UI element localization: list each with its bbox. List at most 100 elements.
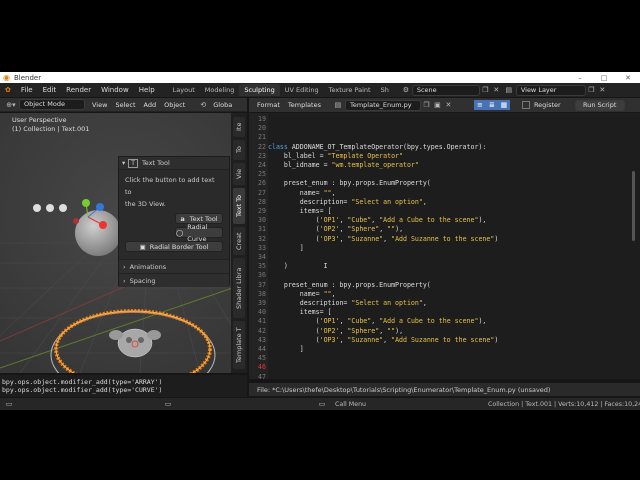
panel-title: Text Tool xyxy=(141,159,170,167)
close-icon[interactable]: ✕ xyxy=(443,100,454,110)
menu-edit[interactable]: Edit xyxy=(38,86,62,94)
menu-view[interactable]: View xyxy=(88,101,111,109)
code-line[interactable]: ] xyxy=(268,244,304,252)
code-scrollbar[interactable] xyxy=(628,113,640,379)
word-wrap-toggle-icon[interactable]: ≣ xyxy=(485,100,498,110)
circle-icon: ◯ xyxy=(176,228,184,237)
line-number: 23 xyxy=(258,151,266,160)
tab-sculpting[interactable]: Sculpting xyxy=(239,84,280,96)
radial-curve-button[interactable]: ◯ Radial Curve xyxy=(175,223,223,243)
menu-render[interactable]: Render xyxy=(61,86,96,94)
menu-file[interactable]: File xyxy=(16,86,38,94)
open-folder-icon[interactable]: ▣ xyxy=(432,100,443,110)
tab-text-tool[interactable]: Text To xyxy=(233,188,245,224)
syntax-highlight-toggle-icon[interactable]: ▦ xyxy=(497,100,510,110)
spacing-section[interactable]: › Spacing xyxy=(119,273,229,287)
window-title: Blender xyxy=(14,73,42,82)
tab-shader-library[interactable]: Shader Libra xyxy=(233,258,245,318)
radial-border-label: Radial Border Tool xyxy=(149,242,209,251)
sphere-mesh[interactable] xyxy=(75,210,121,256)
filename-field[interactable]: Template_Enum.py xyxy=(344,99,421,111)
animations-section[interactable]: › Animations xyxy=(119,259,229,273)
menu-add[interactable]: Add xyxy=(140,101,161,109)
tab-modeling[interactable]: Modeling xyxy=(200,84,240,96)
code-line[interactable]: ('OP2', "Sphere", ""), xyxy=(268,225,403,233)
tab-create[interactable]: Creat xyxy=(233,227,245,255)
transform-orientation-icon[interactable]: ⟲ xyxy=(197,100,209,110)
tab-tool[interactable]: To xyxy=(233,140,245,160)
code-line[interactable]: name= "", xyxy=(268,290,336,298)
code-line[interactable]: preset_enum : bpy.props.EnumProperty( xyxy=(268,281,431,289)
code-line[interactable] xyxy=(268,363,284,371)
menu-object[interactable]: Object xyxy=(160,101,189,109)
close-icon[interactable]: ✕ xyxy=(597,85,608,95)
code-line[interactable]: description= "Select an option", xyxy=(268,198,427,206)
text-editor-header: Format Templates ▤ Template_Enum.py ❐ ▣ … xyxy=(249,98,640,112)
info-log: bpy.ops.object.modifier_add(type='ARRAY'… xyxy=(0,375,247,397)
line-number: 36 xyxy=(258,271,266,280)
copy-icon[interactable]: ❐ xyxy=(480,85,491,95)
new-file-icon[interactable]: ❐ xyxy=(421,100,432,110)
code-line[interactable]: ('OP1', "Cube", "Add a Cube to the scene… xyxy=(268,317,487,325)
radial-border-tool-button[interactable]: ▣ Radial Border Tool xyxy=(125,241,223,252)
view-layer-field[interactable]: View Layer xyxy=(515,84,586,96)
code-line[interactable]: bl_idname = "wm.template_operator" xyxy=(268,161,419,169)
line-number: 41 xyxy=(258,317,266,326)
code-line[interactable]: ('OP3', "Suzanne", "Add Suzanne to the s… xyxy=(268,336,499,344)
tab-uv-editing[interactable]: UV Editing xyxy=(280,84,324,96)
mode-select[interactable]: Object Mode xyxy=(19,99,85,110)
close-button[interactable]: ✕ xyxy=(616,74,640,82)
mouse-right-icon: ▭ xyxy=(318,400,326,408)
code-line[interactable]: class ADDONAME_OT_TemplateOperator(bpy.t… xyxy=(268,143,486,151)
code-line[interactable]: items= [ xyxy=(268,207,332,215)
run-script-button[interactable]: Run Script xyxy=(574,99,625,111)
text-tool-panel-header[interactable]: ▾ T Text Tool xyxy=(119,157,229,170)
scrollbar-thumb[interactable] xyxy=(632,171,635,241)
text-file-icon[interactable]: ▤ xyxy=(331,100,345,110)
tab-layout[interactable]: Layout xyxy=(168,84,200,96)
maximize-button[interactable]: □ xyxy=(592,74,616,82)
tab-item[interactable]: Ite xyxy=(233,117,245,137)
menu-select[interactable]: Select xyxy=(111,101,139,109)
register-checkbox[interactable] xyxy=(521,101,530,109)
code-line[interactable]: ] xyxy=(268,345,304,353)
line-number: 33 xyxy=(258,243,266,252)
code-line[interactable]: description= "Select an option", xyxy=(268,299,427,307)
code-line[interactable]: name= "", xyxy=(268,189,336,197)
code-line[interactable]: ('OP1', "Cube", "Add a Cube to the scene… xyxy=(268,216,487,224)
code-line[interactable]: items= [ xyxy=(268,308,332,316)
menu-format[interactable]: Format xyxy=(253,101,284,109)
panel-description-2: the 3D View. xyxy=(125,200,166,208)
code-line[interactable]: ) I xyxy=(268,262,328,270)
expand-icon: › xyxy=(123,276,126,285)
blender-menu-icon[interactable]: ✿ xyxy=(0,86,16,94)
code-editor[interactable]: 19 20 21 22 23 24 25 26 27 28 29 30 31 32 33 34 35 36 37 38… xyxy=(249,113,628,379)
line-number: 42 xyxy=(258,326,266,335)
line-numbers-toggle-icon[interactable]: ≡ xyxy=(473,100,486,110)
close-icon[interactable]: ✕ xyxy=(491,85,502,95)
menu-help[interactable]: Help xyxy=(134,86,160,94)
code-line[interactable]: bl_label = "Template Operator" xyxy=(268,152,403,160)
editor-type-icon[interactable]: ⊕▾ xyxy=(3,100,19,110)
menu-templates[interactable]: Templates xyxy=(284,101,325,109)
viewport-overlay-text: User Perspective (1) Collection | Text.0… xyxy=(12,116,89,134)
animations-label: Animations xyxy=(129,262,167,271)
menu-window[interactable]: Window xyxy=(96,86,134,94)
viewport-header: ⊕▾ Object Mode View Select Add Object ⟲ … xyxy=(0,98,247,112)
tab-shading[interactable]: Sh xyxy=(376,84,394,96)
code-line[interactable]: ('OP3', "Suzanne", "Add Suzanne to the s… xyxy=(268,235,499,243)
line-number: 26 xyxy=(258,179,266,188)
tab-texture-paint[interactable]: Texture Paint xyxy=(324,84,376,96)
tab-template[interactable]: Template T xyxy=(233,321,245,369)
toolbar-icons[interactable] xyxy=(33,204,67,212)
transform-orientation-select[interactable]: Globa xyxy=(209,101,236,109)
scene-field[interactable]: Scene xyxy=(411,84,480,96)
sidebar-panel: ▾ T Text Tool Click the button to add te… xyxy=(118,156,230,287)
code-line[interactable]: preset_enum : bpy.props.EnumProperty( xyxy=(268,179,431,187)
line-number: 43 xyxy=(258,335,266,344)
3d-viewport[interactable]: User Perspective (1) Collection | Text.0… xyxy=(0,113,247,373)
copy-icon[interactable]: ❐ xyxy=(586,85,597,95)
code-line[interactable]: ('OP2', "Sphere", ""), xyxy=(268,327,403,335)
tab-view[interactable]: Vie xyxy=(233,163,245,185)
minimize-button[interactable]: – xyxy=(568,74,592,82)
